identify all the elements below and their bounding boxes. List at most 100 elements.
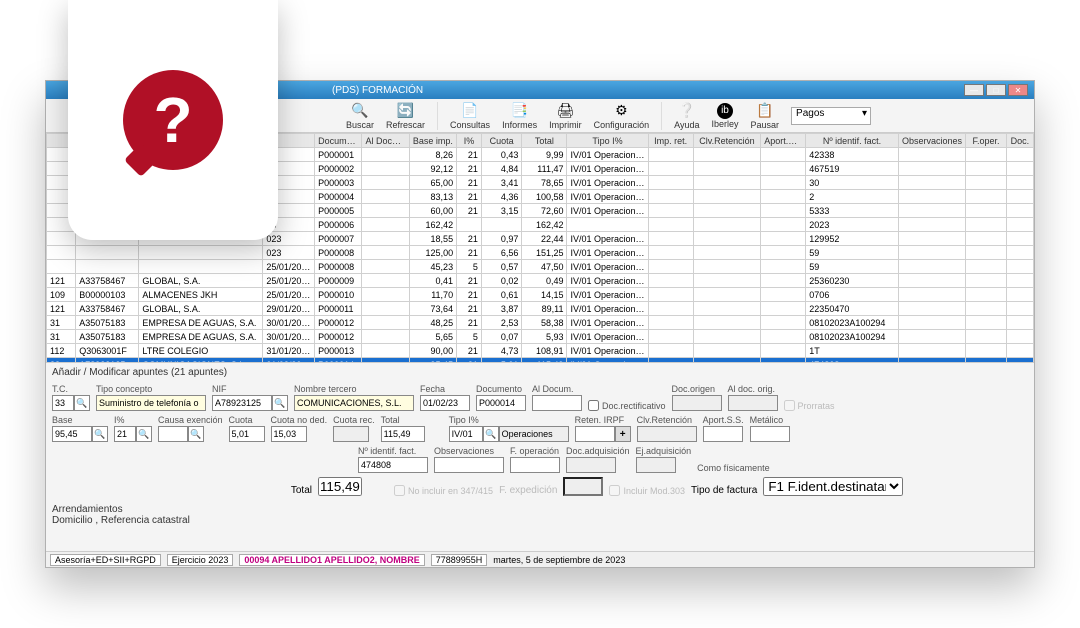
nif-lookup[interactable]: 🔍 [272,395,288,411]
gear-icon: ⚙ [612,102,630,120]
search-icon: 🔍 [351,102,369,120]
refrescar-button[interactable]: 🔄Refrescar [386,102,425,130]
obs-input[interactable] [434,457,504,473]
ayuda-button[interactable]: ❔Ayuda [674,102,699,130]
base-lookup[interactable]: 🔍 [92,426,108,442]
print-icon: 🖨 [556,102,574,120]
status-empleado: 00094 APELLIDO1 APELLIDO2, NOMBRE [239,554,424,566]
nidf-input[interactable] [358,457,428,473]
refresh-icon: 🔄 [397,102,415,120]
arrendamientos-label: Arrendamientos [52,504,1028,515]
pausar-button[interactable]: 📋Pausar [751,102,780,130]
statusbar: Asesoría+ED+SII+RGPD Ejercicio 2023 0009… [46,551,1034,567]
col-obs[interactable]: Observaciones [898,134,966,148]
imprimir-button[interactable]: 🖨Imprimir [549,102,582,130]
status-module: Asesoría+ED+SII+RGPD [50,554,161,566]
ejadq-input [636,457,676,473]
pagos-select[interactable]: Pagos [791,107,871,125]
detail-panel: Añadir / Modificar apuntes (21 apuntes) … [46,363,1034,551]
table-row[interactable]: 33A78923125COMUNICACIONES, S.L.01/02/202… [47,358,1034,364]
nif-input[interactable] [212,395,272,411]
domicilio-ref-label: Domicilio , Referencia catastral [52,515,1028,526]
table-row[interactable]: 31A35075183EMPRESA DE AGUAS, S.A.30/01/2… [47,316,1034,330]
base-input[interactable] [52,426,92,442]
total-line-input[interactable] [318,477,362,496]
documento-input[interactable] [476,395,526,411]
config-button[interactable]: ⚙Configuración [594,102,650,130]
col-aldocum[interactable]: Al Docum. [362,134,409,148]
retenirpf-input[interactable] [575,426,615,442]
col-impret[interactable]: Imp. ret. [648,134,693,148]
consultas-button[interactable]: 📄Consultas [450,102,490,130]
docrect-check[interactable]: Doc.rectificativo [588,400,666,411]
aldocum-input[interactable] [532,395,582,411]
table-row[interactable]: 25/01/2023P00000845,2350,5747,50IV/01 Op… [47,260,1034,274]
table-row[interactable]: 121A33758467GLOBAL, S.A.29/01/2023P00001… [47,302,1034,316]
metalico-input[interactable] [750,426,790,442]
incmod303-check: Incluir Mod.303 [609,485,685,496]
col-tipoiv[interactable]: Tipo I% [567,134,648,148]
docorigen-input [672,395,722,411]
docadq-input [566,457,616,473]
maximize-button[interactable]: □ [986,84,1006,96]
fecha-input[interactable] [420,395,470,411]
col-baseimp[interactable]: Base imp. [409,134,456,148]
cuotarec-input [333,426,369,442]
help-icon: ❔ [678,102,696,120]
minimize-button[interactable]: — [964,84,984,96]
table-row[interactable]: 31A35075183EMPRESA DE AGUAS, S.A.30/01/2… [47,330,1034,344]
causaex-lookup[interactable]: 🔍 [188,426,204,442]
window-title: (PDS) FORMACIÓN [332,85,423,96]
tipofactura-select[interactable]: F1 F.ident.destinataria/o [763,477,903,496]
window-controls: — □ ✕ [964,84,1028,96]
fexped-input [563,477,603,496]
status-fecha: martes, 5 de septiembre de 2023 [493,555,625,565]
col-clvret[interactable]: Clv.Retención [693,134,761,148]
informes-button[interactable]: 📑Informes [502,102,537,130]
col-foper[interactable]: F.oper. [966,134,1007,148]
iberley-icon: ib [717,103,733,119]
foper-input[interactable] [510,457,560,473]
status-codigo: 77889955H [431,554,488,566]
aldocorig-input [728,395,778,411]
status-ejercicio: Ejercicio 2023 [167,554,234,566]
col-cuota[interactable]: Cuota [481,134,522,148]
clvret-input [637,426,697,442]
col-nidf[interactable]: Nº identif. fact. [806,134,898,148]
col-documento[interactable]: Documento [315,134,362,148]
table-row[interactable]: 112Q3063001FLTRE COLEGIO31/01/2023P00001… [47,344,1034,358]
col-total[interactable]: Total [522,134,567,148]
tipoiv-lookup[interactable]: 🔍 [483,426,499,442]
nombretercero-input[interactable] [294,395,414,411]
iberley-button[interactable]: ibIberley [711,103,738,129]
tipoiv-input[interactable] [449,426,483,442]
tc-lookup[interactable]: 🔍 [74,395,90,411]
prorratas-check: Prorratas [784,400,835,411]
table-row[interactable]: 121A33758467GLOBAL, S.A.25/01/2023P00000… [47,274,1034,288]
pct-input[interactable] [114,426,136,442]
detail-title: Añadir / Modificar apuntes (21 apuntes) [52,367,1028,378]
noinc347-check: No incluir en 347/415 [394,485,493,496]
aportss-input[interactable] [703,426,743,442]
tipoiv-desc [499,426,569,442]
help-bookmark: ? [68,0,278,240]
col-aportss[interactable]: Aport.S.S. [761,134,806,148]
cuotanoded-input[interactable] [271,426,307,442]
pause-icon: 📋 [756,102,774,120]
cuota-input[interactable] [229,426,265,442]
query-icon: 📄 [461,102,479,120]
table-row[interactable]: 109B00000103ALMACENES JKH25/01/2023P0000… [47,288,1034,302]
table-row[interactable]: 023P000008125,00216,56151,25IV/01 Operac… [47,246,1034,260]
tc-input[interactable] [52,395,74,411]
total-input[interactable] [381,426,425,442]
col-pct[interactable]: I% [457,134,482,148]
report-icon: 📑 [511,102,529,120]
question-icon: ? [123,70,223,170]
tipoconcepto-input[interactable] [96,395,206,411]
causaex-input[interactable] [158,426,188,442]
col-doc[interactable]: Doc. [1006,134,1033,148]
buscar-button[interactable]: 🔍Buscar [346,102,374,130]
pct-lookup[interactable]: 🔍 [136,426,152,442]
close-button[interactable]: ✕ [1008,84,1028,96]
retenirpf-add[interactable]: + [615,426,631,442]
